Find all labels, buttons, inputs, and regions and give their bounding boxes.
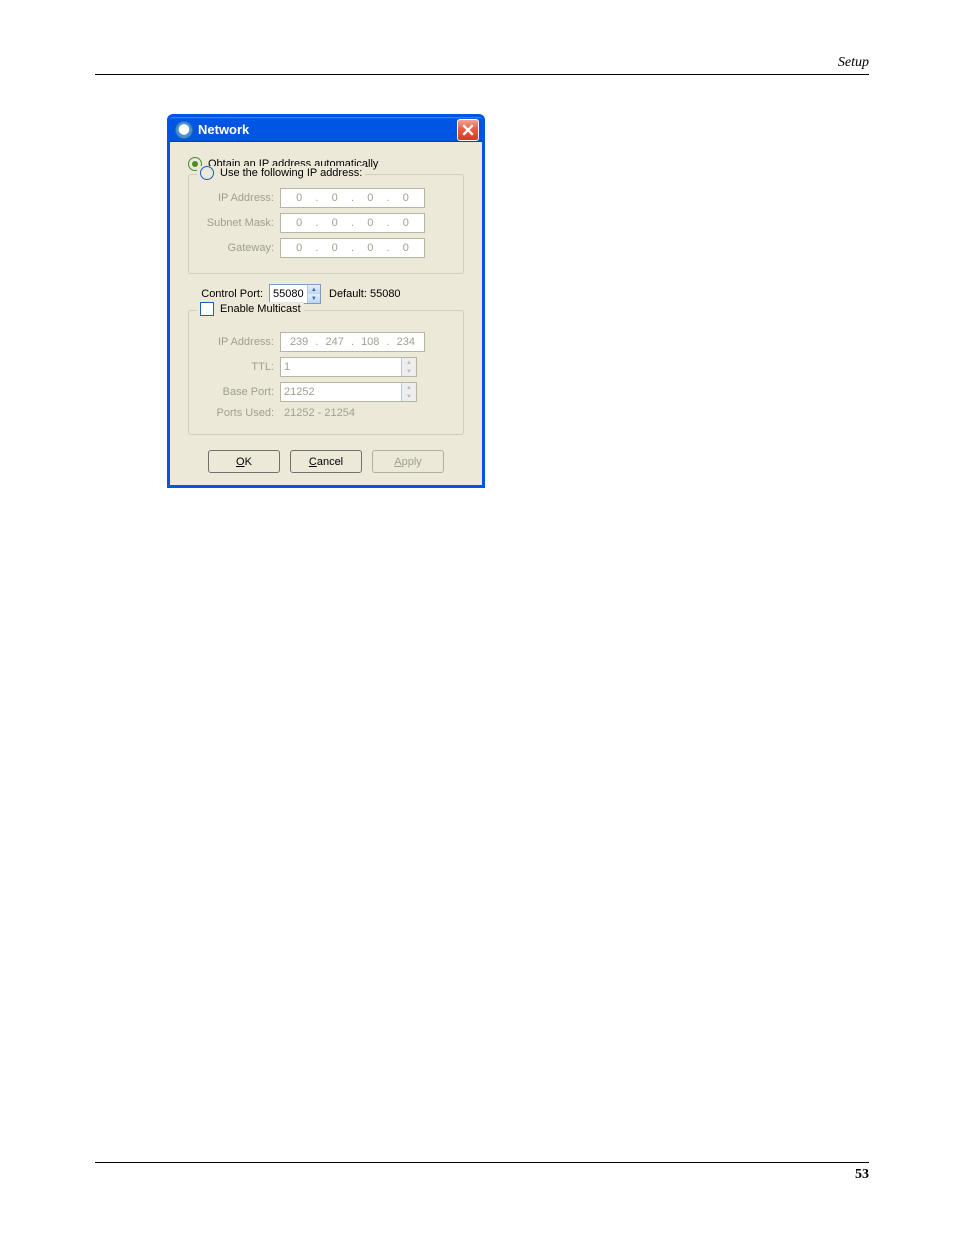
radio-icon [200,166,214,180]
ip-octet: 0 [394,217,418,229]
ip-octet: 239 [287,336,311,348]
close-icon [462,124,474,136]
spin-down-icon[interactable]: ▼ [401,367,416,376]
multicast-group: Enable Multicast IP Address: 239. 247. 1… [188,310,464,435]
spinner-value: 1 [281,361,401,373]
ttl-row: TTL: 1 ▲ ▼ [199,357,453,377]
spinner-buttons: ▲ ▼ [307,285,320,303]
control-port-row: Control Port: 55080 ▲ ▼ Default: 55080 [188,284,464,304]
ip-octet: 0 [358,217,382,229]
checkbox-label: Enable Multicast [220,303,301,315]
dialog-body: Obtain an IP address automatically Use t… [170,142,482,485]
spinner-buttons: ▲ ▼ [401,358,416,376]
ip-octet: 0 [323,192,347,204]
gateway-row: Gateway: 0. 0. 0. 0 [199,238,453,258]
baseport-spinner[interactable]: 21252 ▲ ▼ [280,382,417,402]
radio-label: Use the following IP address: [220,167,362,179]
spin-up-icon[interactable]: ▲ [401,383,416,392]
portsused-value: 21252 - 21254 [280,407,355,419]
spinner-buttons: ▲ ▼ [401,383,416,401]
radio-use-following[interactable]: Use the following IP address: [197,166,365,180]
apply-button[interactable]: Apply [372,450,444,473]
multicast-ip-row: IP Address: 239. 247. 108. 234 [199,332,453,352]
ip-address-input[interactable]: 0. 0. 0. 0 [280,188,425,208]
control-port-spinner[interactable]: 55080 ▲ ▼ [269,284,321,304]
subnet-mask-label: Subnet Mask: [199,217,274,229]
baseport-label: Base Port: [199,386,274,398]
ip-octet: 0 [287,242,311,254]
page-header: Setup [95,55,869,75]
control-port-label: Control Port: [188,288,263,300]
subnet-mask-input[interactable]: 0. 0. 0. 0 [280,213,425,233]
spinner-value: 21252 [281,386,401,398]
ip-octet: 234 [394,336,418,348]
portsused-row: Ports Used: 21252 - 21254 [199,407,453,419]
control-port-default: Default: 55080 [329,288,401,300]
multicast-ip-input[interactable]: 239. 247. 108. 234 [280,332,425,352]
ip-octet: 0 [394,192,418,204]
spin-up-icon[interactable]: ▲ [401,358,416,367]
ip-octet: 0 [394,242,418,254]
spin-up-icon[interactable]: ▲ [307,285,320,294]
ip-octet: 0 [358,192,382,204]
ip-address-row: IP Address: 0. 0. 0. 0 [199,188,453,208]
portsused-label: Ports Used: [199,407,274,419]
ip-octet: 0 [287,192,311,204]
titlebar: ⬤ Network [170,117,482,142]
ok-button[interactable]: OK [208,450,280,473]
gateway-label: Gateway: [199,242,274,254]
app-icon: ⬤ [175,121,193,139]
subnet-mask-row: Subnet Mask: 0. 0. 0. 0 [199,213,453,233]
ttl-label: TTL: [199,361,274,373]
static-ip-group: Use the following IP address: IP Address… [188,174,464,274]
enable-multicast-checkbox[interactable]: Enable Multicast [197,302,304,316]
network-dialog: ⬤ Network Obtain an IP address automatic… [167,114,485,488]
button-row: OK Cancel Apply [188,450,464,473]
spin-down-icon[interactable]: ▼ [401,392,416,401]
ip-octet: 247 [323,336,347,348]
ip-address-label: IP Address: [199,192,274,204]
spin-down-icon[interactable]: ▼ [307,294,320,303]
ttl-spinner[interactable]: 1 ▲ ▼ [280,357,417,377]
cancel-button[interactable]: Cancel [290,450,362,473]
ip-octet: 0 [287,217,311,229]
multicast-ip-label: IP Address: [199,336,274,348]
ip-octet: 108 [358,336,382,348]
spinner-value: 55080 [270,288,307,300]
checkbox-icon [200,302,214,316]
ip-octet: 0 [323,242,347,254]
window-title: Network [198,122,457,137]
gateway-input[interactable]: 0. 0. 0. 0 [280,238,425,258]
page-footer: 53 [95,1162,869,1183]
ip-octet: 0 [358,242,382,254]
baseport-row: Base Port: 21252 ▲ ▼ [199,382,453,402]
ip-octet: 0 [323,217,347,229]
close-button[interactable] [457,119,479,141]
